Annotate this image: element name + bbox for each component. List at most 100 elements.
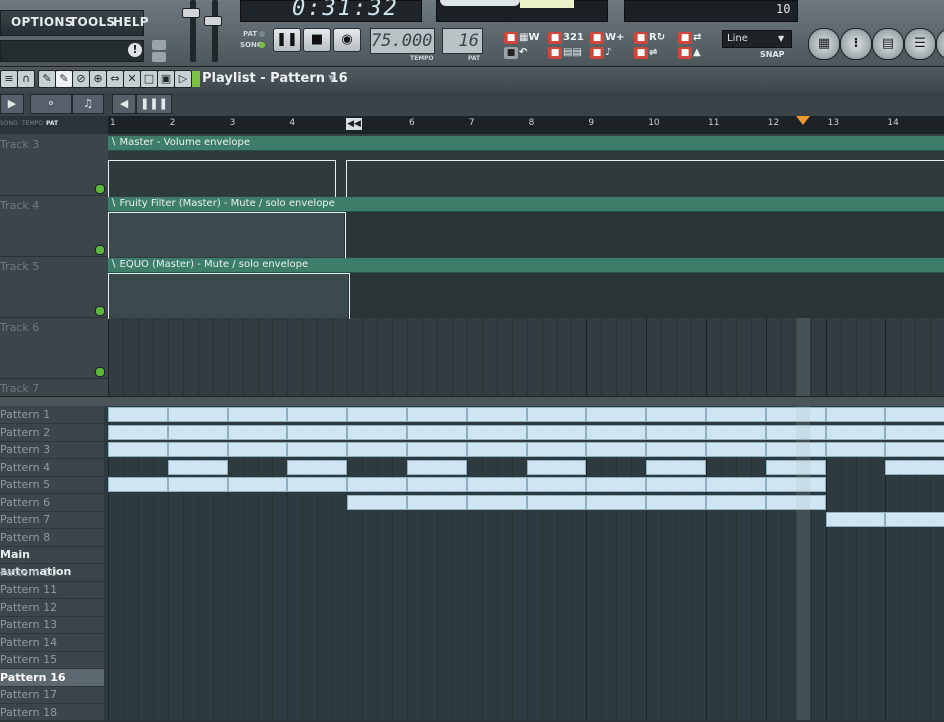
blend-recording-button[interactable]: ■ [590, 32, 604, 44]
piano-roll-button[interactable]: ▤ [872, 28, 904, 60]
brush-icon[interactable]: ✎ [55, 70, 73, 88]
pattern-clip[interactable] [646, 494, 706, 510]
pattern-clip[interactable] [526, 494, 587, 510]
tempo-display[interactable]: 75.000 [370, 28, 435, 54]
pattern-clip[interactable] [586, 494, 647, 510]
pattern-clip[interactable] [706, 494, 766, 510]
multilink-icon[interactable]: ⇌ [649, 47, 671, 59]
typing-keyboard-button[interactable]: ■ [548, 32, 562, 44]
pattern-clip[interactable] [706, 442, 766, 457]
pattern-clip[interactable] [466, 442, 527, 457]
slip-icon[interactable]: ⇔ [106, 70, 124, 88]
pattern-clip[interactable] [108, 407, 168, 422]
magnet-icon[interactable]: ∩ [17, 70, 35, 88]
note-view-button[interactable]: ♫ [72, 94, 104, 114]
pattern-clip[interactable] [646, 477, 706, 492]
pattern-clip[interactable] [227, 477, 288, 492]
pause-button[interactable]: ❚❚ [273, 28, 301, 52]
pattern-clip[interactable] [885, 442, 944, 457]
pattern-clip[interactable] [407, 424, 467, 440]
pattern-label[interactable]: Pattern 11 [0, 581, 104, 599]
countdown-icon[interactable]: 321 [563, 32, 585, 44]
pattern-clip[interactable] [287, 442, 348, 457]
snap-dropdown-icon[interactable]: ▼ [778, 34, 784, 43]
loop-record-icon[interactable]: R↻ [649, 32, 671, 44]
scroll-button[interactable]: ■ [678, 32, 692, 44]
pattern-clip[interactable] [526, 442, 587, 457]
pattern-clip[interactable] [347, 442, 407, 457]
pattern-clip[interactable] [885, 459, 944, 475]
pattern-label[interactable]: Pattern 3 [0, 441, 104, 459]
menu-tools[interactable]: TOOLS [69, 15, 115, 29]
mode-pat-led[interactable] [259, 31, 265, 37]
pattern-clip[interactable] [825, 407, 886, 422]
pattern-clip[interactable] [108, 442, 168, 457]
mode-song-led[interactable] [259, 42, 265, 48]
loop-marker-icon[interactable] [796, 116, 810, 125]
pattern-clip[interactable] [407, 477, 467, 492]
pattern-label[interactable]: Pattern 17 [0, 686, 104, 704]
note-icon[interactable]: ♪ [605, 47, 627, 59]
pattern-clip[interactable] [586, 407, 647, 422]
pattern-clip[interactable] [466, 407, 527, 422]
pattern-clip[interactable] [885, 512, 944, 527]
pattern-clip[interactable] [167, 407, 228, 422]
pattern-label[interactable]: Pattern 6 [0, 494, 104, 512]
pencil-icon[interactable]: ✎ [38, 70, 56, 88]
pattern-clip[interactable] [885, 407, 944, 422]
track-label[interactable]: Track 4 [0, 199, 39, 212]
joystick-button[interactable]: ■ [678, 47, 692, 59]
pattern-clip[interactable] [885, 424, 944, 440]
record-button[interactable]: ◉ [333, 28, 361, 52]
playlist-menu-icon[interactable]: ≡ [0, 70, 18, 88]
pattern-clip[interactable] [466, 494, 527, 510]
track-label[interactable]: Track 5 [0, 260, 39, 273]
automation-clip-header[interactable]: ∖ EQUO (Master) - Mute / solo envelope [108, 258, 944, 273]
pattern-label[interactable]: Pattern 15 [0, 651, 104, 669]
pattern-clip[interactable] [466, 477, 527, 492]
pattern-clip[interactable] [287, 477, 348, 492]
zoom-icon[interactable]: ▣ [157, 70, 175, 88]
stop-button[interactable]: ■ [303, 28, 331, 52]
pattern-clip[interactable] [227, 407, 288, 422]
joystick-icon[interactable]: ▲ [693, 47, 715, 59]
pattern-clip[interactable] [646, 459, 706, 475]
delete-icon[interactable]: ⊘ [72, 70, 90, 88]
pattern-clip[interactable] [706, 477, 766, 492]
pattern-clip[interactable] [526, 407, 587, 422]
pattern-label[interactable]: Pattern 8 [0, 529, 104, 547]
pattern-label[interactable]: Pattern 10 [0, 564, 104, 582]
pattern-clip[interactable] [466, 424, 527, 440]
note-button[interactable]: ■ [590, 47, 604, 59]
pattern-clip[interactable] [167, 442, 228, 457]
main-pitch-knob[interactable] [204, 16, 222, 26]
pattern-clip[interactable] [407, 494, 467, 510]
horizontal-zoom-slider[interactable]: ❚❚❚ [136, 94, 172, 114]
pattern-label[interactable]: Pattern 5 [0, 476, 104, 494]
pattern-clip[interactable] [706, 407, 766, 422]
pattern-label[interactable]: Pattern 18 [0, 704, 104, 722]
pattern-clip[interactable] [227, 442, 288, 457]
automation-clip-header[interactable]: ∖ Fruity Filter (Master) - Mute / solo e… [108, 197, 944, 212]
automation-view-button[interactable]: ⚬ [30, 94, 72, 114]
midi-keys-button[interactable]: ■ [548, 47, 562, 59]
pattern-clip[interactable] [347, 477, 407, 492]
scroll-left-button[interactable]: ◀ [112, 94, 136, 114]
metronome-button[interactable]: ■ [504, 32, 518, 44]
play-pattern-button[interactable]: ▶ [0, 94, 24, 114]
select-icon[interactable]: □ [140, 70, 158, 88]
track-mute-led[interactable] [95, 367, 105, 377]
main-pitch-slider[interactable] [212, 0, 218, 62]
track-label[interactable]: Track 6 [0, 321, 39, 334]
pattern-clip[interactable] [825, 424, 886, 440]
pattern-label[interactable]: Pattern 7 [0, 511, 104, 529]
pattern-clip[interactable] [646, 424, 706, 440]
pattern-clip[interactable] [167, 477, 228, 492]
pattern-label[interactable]: Pattern 4 [0, 459, 104, 477]
pattern-clip[interactable] [108, 424, 168, 440]
step-sequencer-button[interactable]: ⁝ [840, 28, 872, 60]
pattern-clip[interactable] [407, 407, 467, 422]
pattern-clip[interactable] [167, 459, 228, 475]
pattern-label[interactable]: Pattern 13 [0, 616, 104, 634]
pattern-clip[interactable] [287, 459, 348, 475]
